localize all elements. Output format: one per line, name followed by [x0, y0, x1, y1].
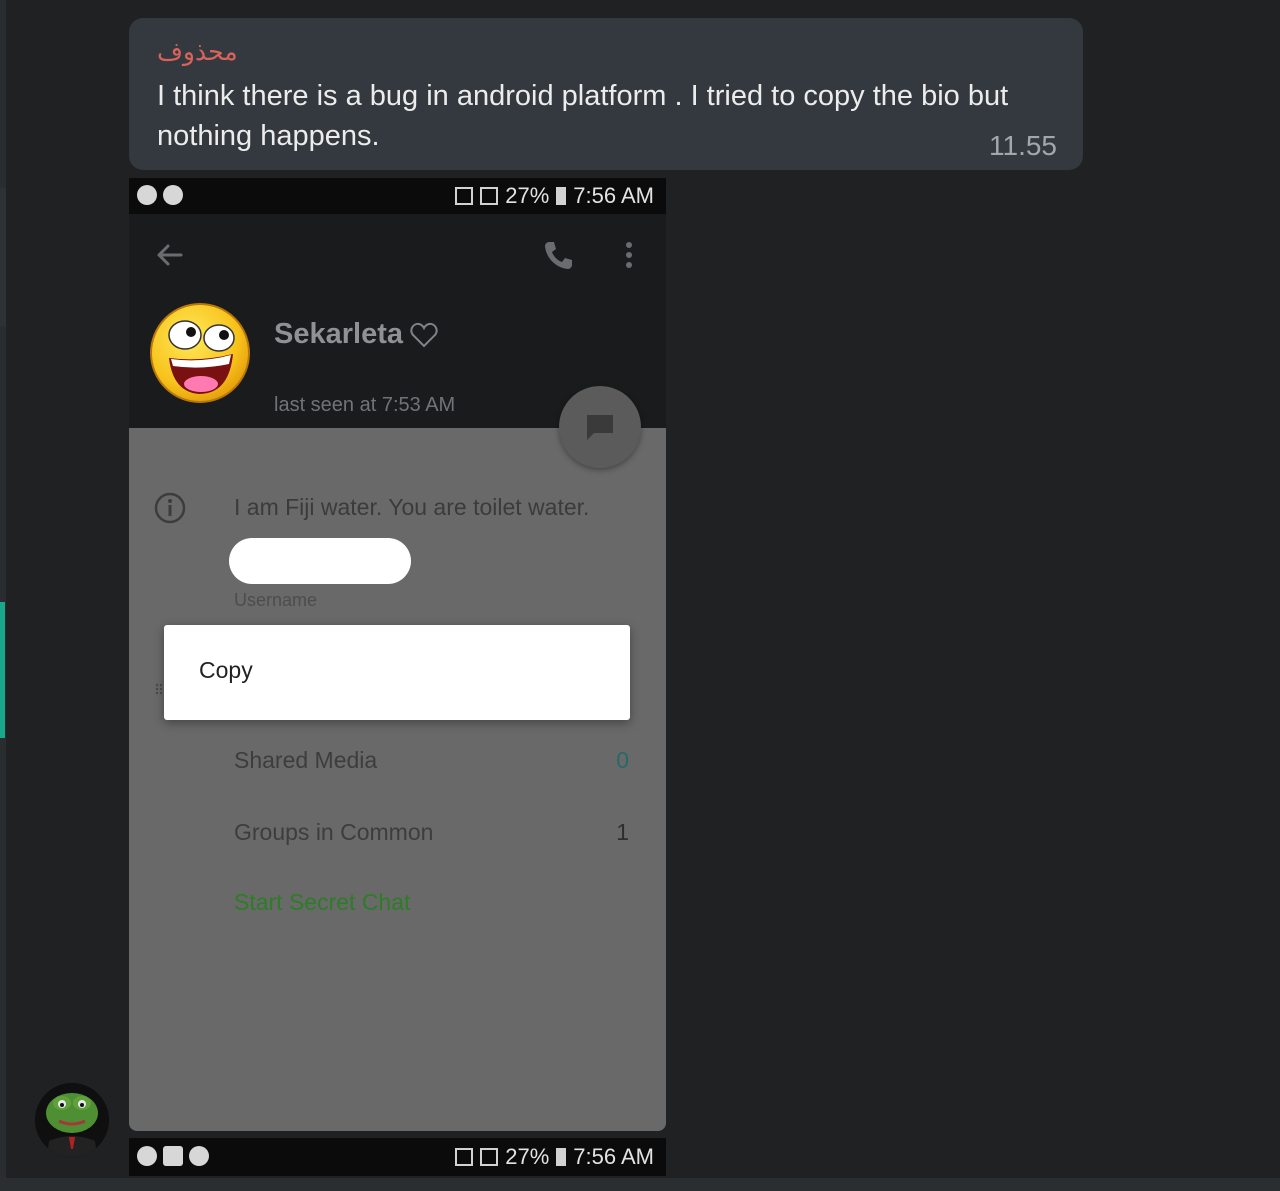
phone-status-bar-bottom: 27% 7:56 AM: [129, 1138, 666, 1176]
chat-notification-icon: [163, 185, 183, 205]
status-time: 7:56 AM: [573, 1144, 654, 1169]
context-menu: Copy: [164, 625, 630, 720]
username-label: Username: [234, 590, 318, 610]
battery-icon: [556, 187, 567, 205]
bio-text[interactable]: I am Fiji water. You are toilet water.: [234, 494, 589, 521]
groups-in-common-label[interactable]: Groups in Common: [234, 819, 433, 846]
sidebar-edge: [0, 0, 6, 1191]
message-sender[interactable]: محذوف: [157, 37, 238, 67]
notification-icon: [137, 185, 157, 205]
shared-media-count: 0: [616, 747, 629, 773]
redacted-username: [229, 538, 411, 584]
battery-percent: 27%: [505, 183, 550, 208]
start-secret-chat-button[interactable]: Start Secret Chat: [234, 889, 410, 916]
chat-notification-icon: [189, 1146, 209, 1166]
status-time: 7:56 AM: [573, 183, 654, 208]
battery-percent: 27%: [505, 1144, 550, 1169]
back-arrow-icon[interactable]: [153, 238, 187, 272]
heart-icon: [410, 322, 438, 348]
copy-menu-item[interactable]: Copy: [199, 657, 253, 684]
signal-icon: [480, 1148, 499, 1166]
active-chat-indicator: [0, 602, 5, 738]
message-time: 11.55: [989, 130, 1057, 161]
notification-icon: [137, 1146, 157, 1166]
more-options-icon[interactable]: [615, 238, 643, 272]
battery-icon: [556, 1148, 567, 1166]
drag-handle-icon: [155, 683, 163, 695]
message-text: I think there is a bug in android platfo…: [157, 80, 1009, 152]
composer-bar-edge: [0, 1178, 1280, 1191]
phone-status-bar: 27% 7:56 AM: [129, 178, 666, 214]
last-seen-status: last seen at 7:53 AM: [274, 394, 456, 416]
attached-screenshot[interactable]: 27% 7:56 AM Sekarleta last seen at 7:53 …: [129, 178, 666, 1131]
contact-name: Sekarleta: [274, 318, 403, 350]
groups-in-common-count: 1: [616, 819, 629, 845]
contact-avatar[interactable]: [149, 302, 251, 404]
info-icon: [154, 492, 186, 524]
sender-avatar[interactable]: [35, 1083, 109, 1157]
shared-media-label[interactable]: Shared Media: [234, 747, 377, 774]
message-icon: [587, 415, 613, 440]
gallery-notification-icon: [163, 1146, 183, 1166]
send-message-button[interactable]: [559, 386, 641, 468]
sidebar-section-marker: [0, 188, 6, 326]
signal-icon: [480, 187, 499, 205]
mute-icon: [455, 1148, 474, 1166]
mute-icon: [455, 187, 474, 205]
call-icon[interactable]: [541, 238, 575, 272]
